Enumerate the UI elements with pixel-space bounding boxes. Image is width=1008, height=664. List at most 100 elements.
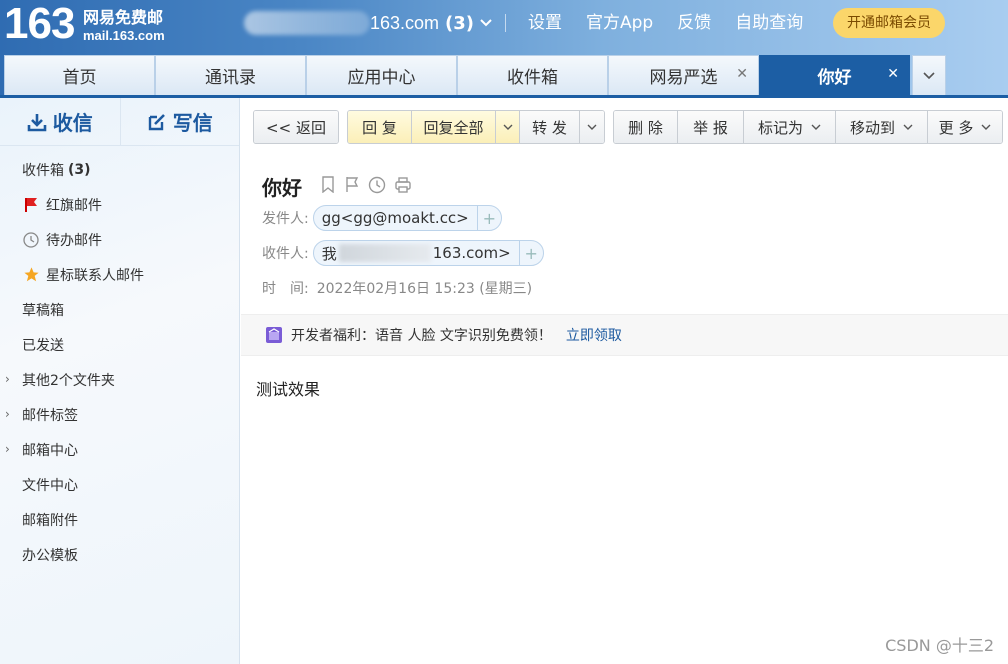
- reply-button[interactable]: 回 复: [348, 111, 412, 143]
- chevron-down-icon: [587, 124, 597, 130]
- watermark: CSDN @十三2: [885, 636, 994, 655]
- recipient-redacted: [338, 244, 431, 262]
- move-to-button[interactable]: 移动到: [836, 111, 928, 143]
- promo-claim-link[interactable]: 立即领取: [566, 325, 622, 345]
- flag-icon[interactable]: [344, 176, 360, 198]
- reply-dropdown-button[interactable]: [496, 111, 520, 143]
- self-service-link[interactable]: 自助查询: [735, 11, 803, 35]
- sidebar-item-label: 已发送: [22, 337, 64, 354]
- sender-row: 发件人: gg<gg@moakt.cc> +: [262, 205, 502, 231]
- sidebar-item-mail-center[interactable]: › 邮箱中心: [0, 432, 239, 467]
- tab-label: 收件箱: [507, 68, 558, 88]
- sidebar-item-flagged[interactable]: 红旗邮件: [0, 187, 239, 222]
- tab-home[interactable]: 首页: [4, 55, 155, 95]
- feedback-link[interactable]: 反馈: [677, 11, 711, 35]
- tab-app-center[interactable]: 应用中心: [306, 55, 457, 95]
- recipient-label: 收件人:: [262, 246, 309, 262]
- tab-inbox[interactable]: 收件箱: [457, 55, 608, 95]
- forward-dropdown-button[interactable]: [580, 111, 604, 143]
- chevron-down-icon: [503, 124, 512, 130]
- promo-text: 开发者福利：语音 人脸 文字识别免费领！: [291, 328, 552, 344]
- mail-toolbar: << 返回 回 复 回复全部 转 发 删 除 举 报 标记为 移动到 更 多: [253, 110, 1003, 144]
- tab-bar: 首页 通讯录 应用中心 收件箱 网易严选 ✕ 你好 ✕: [4, 55, 946, 95]
- sidebar-item-office-templates[interactable]: 办公模板: [0, 537, 239, 572]
- sidebar-item-label: 文件中心: [22, 477, 78, 494]
- move-to-label: 移动到: [849, 118, 895, 137]
- more-button[interactable]: 更 多: [928, 111, 1002, 143]
- sidebar-item-label: 办公模板: [22, 547, 78, 564]
- sender-label: 发件人:: [262, 211, 309, 227]
- sidebar-item-inbox[interactable]: 收件箱 (3): [0, 152, 239, 187]
- mail-logo[interactable]: 163 网易免费邮 mail.163.com: [4, 2, 165, 46]
- receive-mail-button[interactable]: 收信: [0, 98, 120, 145]
- sender-chip[interactable]: gg<gg@moakt.cc> +: [312, 205, 502, 231]
- sender-address: gg<gg@moakt.cc>: [321, 209, 469, 227]
- tab-label: 通讯录: [205, 68, 256, 88]
- receive-label: 收信: [52, 111, 93, 135]
- mark-as-button[interactable]: 标记为: [744, 111, 836, 143]
- chevron-down-icon: [811, 124, 821, 130]
- settings-link[interactable]: 设置: [528, 11, 562, 35]
- sidebar-item-label: 草稿箱: [22, 302, 64, 319]
- logo-url: mail.163.com: [83, 28, 165, 43]
- clock-icon: [22, 231, 40, 249]
- chevron-right-icon[interactable]: ›: [5, 442, 10, 456]
- chevron-down-icon: [981, 124, 991, 130]
- red-flag-icon: [22, 196, 40, 214]
- unread-count: (3): [68, 161, 91, 178]
- recipient-row: 收件人: 我 163.com> +: [262, 240, 544, 266]
- clock-icon[interactable]: [368, 176, 386, 198]
- mark-as-label: 标记为: [757, 118, 803, 137]
- sidebar-item-mail-tags[interactable]: › 邮件标签: [0, 397, 239, 432]
- chevron-right-icon[interactable]: ›: [5, 407, 10, 421]
- close-icon[interactable]: ✕: [887, 66, 899, 82]
- sidebar-item-label: 邮件标签: [22, 407, 78, 424]
- sidebar-item-starred-contacts[interactable]: 星标联系人邮件: [0, 257, 239, 292]
- star-icon: [22, 266, 40, 284]
- add-contact-icon[interactable]: +: [476, 206, 501, 230]
- sidebar-item-label: 邮箱中心: [22, 442, 78, 459]
- write-label: 写信: [172, 111, 213, 135]
- account-switcher[interactable]: 163.com (3): [244, 10, 492, 36]
- close-icon[interactable]: ✕: [736, 66, 748, 82]
- download-icon: [27, 113, 47, 131]
- vip-upgrade-button[interactable]: 开通邮箱会员: [833, 8, 945, 38]
- recipient-chip[interactable]: 我 163.com> +: [312, 240, 544, 266]
- delete-button[interactable]: 删 除: [614, 111, 678, 143]
- recipient-prefix: 我: [321, 244, 337, 263]
- sidebar-item-label: 星标联系人邮件: [46, 267, 144, 284]
- tab-current-mail[interactable]: 你好 ✕: [759, 55, 910, 95]
- sidebar-item-file-center[interactable]: 文件中心: [0, 467, 239, 502]
- sidebar-item-todo[interactable]: 待办邮件: [0, 222, 239, 257]
- reply-all-button[interactable]: 回复全部: [412, 111, 496, 143]
- tab-overflow-button[interactable]: [912, 55, 946, 95]
- forward-button[interactable]: 转 发: [520, 111, 580, 143]
- header-divider: [505, 14, 506, 32]
- back-button[interactable]: << 返回: [254, 111, 338, 143]
- write-mail-button[interactable]: 写信: [119, 98, 240, 145]
- logo-name: 网易免费邮: [83, 8, 164, 27]
- sidebar-item-drafts[interactable]: 草稿箱: [0, 292, 239, 327]
- sidebar-item-attachments[interactable]: 邮箱附件: [0, 502, 239, 537]
- mail-subject-row: 你好: [262, 172, 412, 201]
- tab-contacts[interactable]: 通讯录: [155, 55, 306, 95]
- tab-label: 首页: [62, 68, 97, 88]
- tab-yanxuan[interactable]: 网易严选 ✕: [608, 55, 759, 95]
- sidebar-item-other-folders[interactable]: › 其他2个文件夹: [0, 362, 239, 397]
- report-button[interactable]: 举 报: [678, 111, 744, 143]
- add-contact-icon[interactable]: +: [518, 241, 543, 265]
- tab-label: 应用中心: [347, 68, 416, 88]
- official-app-link[interactable]: 官方App: [586, 11, 653, 35]
- print-icon[interactable]: [394, 176, 412, 198]
- compose-icon: [148, 113, 165, 130]
- account-domain: 163.com: [370, 12, 440, 33]
- sidebar-item-label: 收件箱: [22, 162, 64, 179]
- time-row: 时 间: 2022年02月16日 15:23 (星期三): [262, 278, 532, 298]
- account-name-redacted: [244, 11, 370, 35]
- recipient-domain: 163.com>: [432, 244, 511, 262]
- sidebar: 收信 写信 收件箱 (3) 红旗邮件 待办邮件 星标联系人邮件 草稿箱 已发送 …: [0, 98, 240, 664]
- sidebar-item-sent[interactable]: 已发送: [0, 327, 239, 362]
- chevron-down-icon: [480, 16, 492, 31]
- chevron-right-icon[interactable]: ›: [5, 372, 10, 386]
- bookmark-icon[interactable]: [320, 175, 336, 198]
